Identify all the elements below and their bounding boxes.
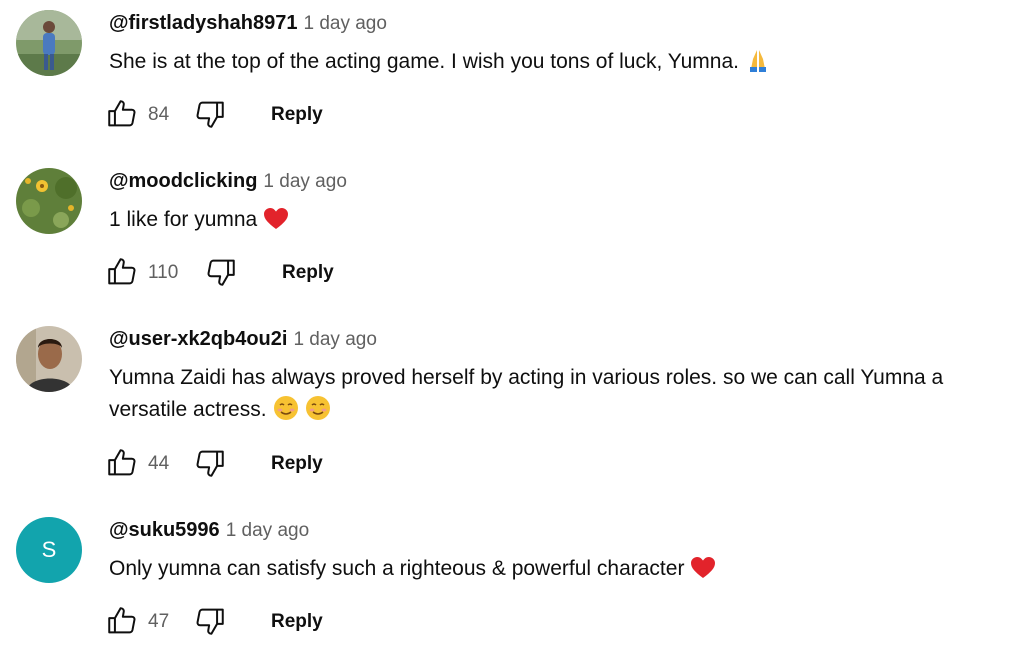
like-count: 47 bbox=[148, 611, 170, 632]
like-count: 84 bbox=[148, 104, 170, 125]
thumbs-up-icon bbox=[108, 607, 136, 634]
thumbs-down-icon bbox=[196, 608, 224, 635]
timestamp[interactable]: 1 day ago bbox=[293, 329, 376, 350]
like-button[interactable] bbox=[104, 96, 140, 132]
comment-header: @moodclicking 1 day ago bbox=[109, 170, 347, 193]
red-heart-icon bbox=[690, 556, 716, 590]
dislike-button[interactable] bbox=[192, 445, 228, 481]
folded-hands-icon bbox=[745, 47, 771, 83]
author-name[interactable]: @firstladyshah8971 bbox=[109, 12, 297, 34]
red-heart-icon bbox=[263, 207, 289, 241]
reply-button[interactable]: Reply bbox=[271, 611, 323, 633]
comment-body: Only yumna can satisfy such a righteous … bbox=[109, 557, 685, 580]
comment-text: She is at the top of the acting game. I … bbox=[109, 46, 1019, 83]
comment-body: Yumna Zaidi has always proved herself by… bbox=[109, 366, 944, 421]
like-count: 44 bbox=[148, 453, 170, 474]
comment-header: @suku5996 1 day ago bbox=[109, 519, 309, 542]
profile-photo-icon bbox=[16, 326, 82, 392]
timestamp[interactable]: 1 day ago bbox=[226, 520, 309, 541]
reply-button[interactable]: Reply bbox=[282, 262, 334, 284]
comment-header: @user-xk2qb4ou2i 1 day ago bbox=[109, 328, 377, 351]
comment-text: Yumna Zaidi has always proved herself by… bbox=[109, 362, 1019, 431]
dislike-button[interactable] bbox=[192, 96, 228, 132]
timestamp[interactable]: 1 day ago bbox=[263, 171, 346, 192]
comment-text: Only yumna can satisfy such a righteous … bbox=[109, 553, 1019, 590]
timestamp[interactable]: 1 day ago bbox=[303, 13, 386, 34]
like-button[interactable] bbox=[104, 603, 140, 639]
comment-header: @firstladyshah8971 1 day ago bbox=[109, 12, 387, 35]
avatar[interactable] bbox=[16, 168, 82, 234]
avatar-letter: S bbox=[41, 537, 57, 562]
reply-button[interactable]: Reply bbox=[271, 453, 323, 475]
dislike-button[interactable] bbox=[203, 254, 239, 290]
comment-body: She is at the top of the acting game. I … bbox=[109, 50, 739, 73]
thumbs-up-icon bbox=[108, 258, 136, 285]
like-count: 110 bbox=[148, 262, 179, 283]
smiling-face-icon bbox=[305, 395, 331, 431]
comment-text: 1 like for yumna bbox=[109, 204, 1019, 241]
thumbs-down-icon bbox=[196, 101, 224, 128]
author-name[interactable]: @suku5996 bbox=[109, 519, 220, 541]
profile-photo-icon bbox=[16, 10, 82, 76]
thumbs-up-icon bbox=[108, 100, 136, 127]
avatar[interactable] bbox=[16, 326, 82, 392]
author-name[interactable]: @moodclicking bbox=[109, 170, 257, 192]
dislike-button[interactable] bbox=[192, 603, 228, 639]
thumbs-down-icon bbox=[207, 259, 235, 286]
thumbs-up-icon bbox=[108, 449, 136, 476]
flower-photo-icon bbox=[16, 168, 82, 234]
smiling-face-icon bbox=[273, 395, 299, 431]
author-name[interactable]: @user-xk2qb4ou2i bbox=[109, 328, 287, 350]
avatar[interactable] bbox=[16, 10, 82, 76]
thumbs-down-icon bbox=[196, 450, 224, 477]
reply-button[interactable]: Reply bbox=[271, 104, 323, 126]
comment-body: 1 like for yumna bbox=[109, 208, 258, 231]
like-button[interactable] bbox=[104, 445, 140, 481]
avatar[interactable]: S bbox=[16, 517, 82, 583]
like-button[interactable] bbox=[104, 254, 140, 290]
